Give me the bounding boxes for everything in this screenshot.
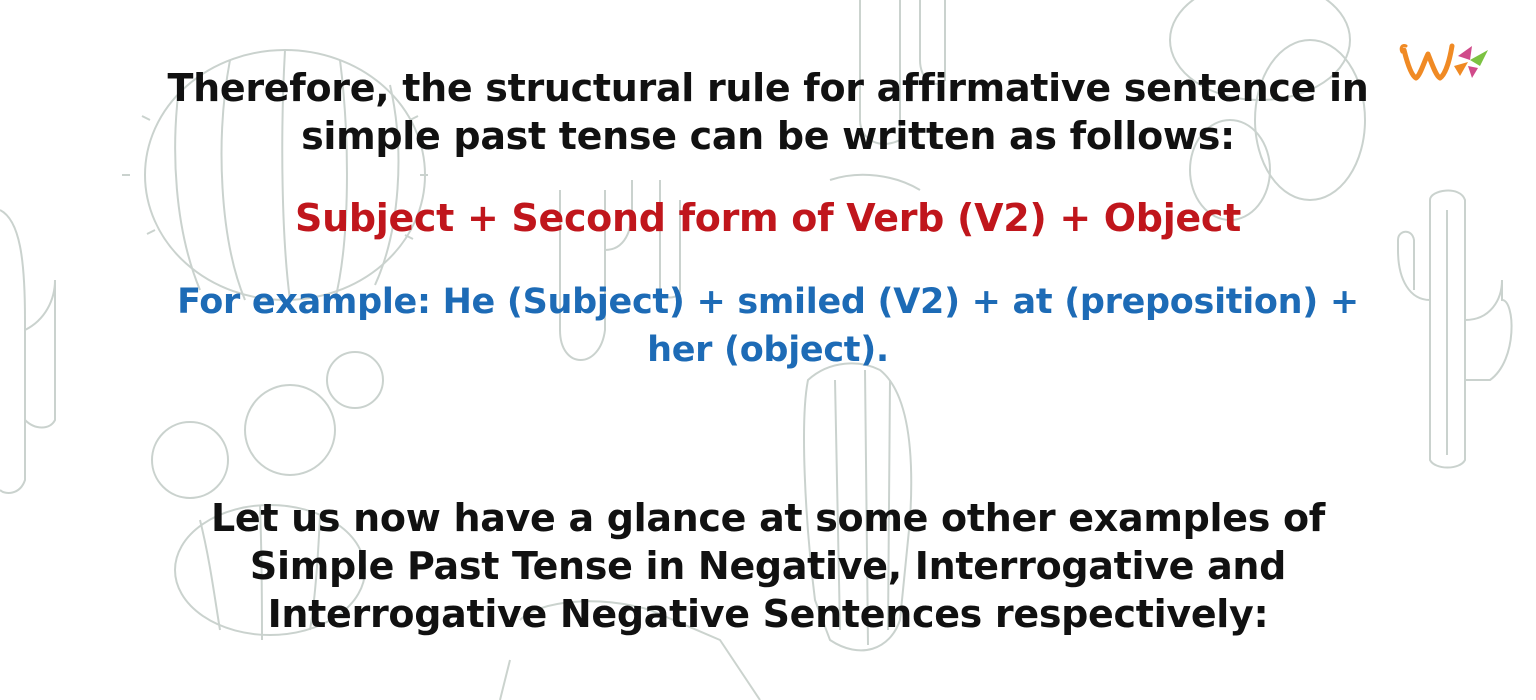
outro-line-3: Interrogative Negative Sentences respect… xyxy=(267,592,1269,636)
slide: Therefore, the structural rule for affir… xyxy=(0,0,1536,700)
intro-line-2: simple past tense can be written as foll… xyxy=(301,114,1235,158)
example-line-2: her (object). xyxy=(647,330,889,370)
outro-line-2: Simple Past Tense in Negative, Interroga… xyxy=(249,544,1287,588)
example-line-1: For example: He (Subject) + smiled (V2) … xyxy=(177,282,1359,322)
intro-line-1: Therefore, the structural rule for affir… xyxy=(167,66,1369,110)
outro-line-1: Let us now have a glance at some other e… xyxy=(211,496,1325,540)
formula-text: Subject + Second form of Verb (V2) + Obj… xyxy=(295,196,1241,240)
cactus-top-right xyxy=(1169,0,1366,221)
w-logo-icon xyxy=(1399,43,1488,81)
